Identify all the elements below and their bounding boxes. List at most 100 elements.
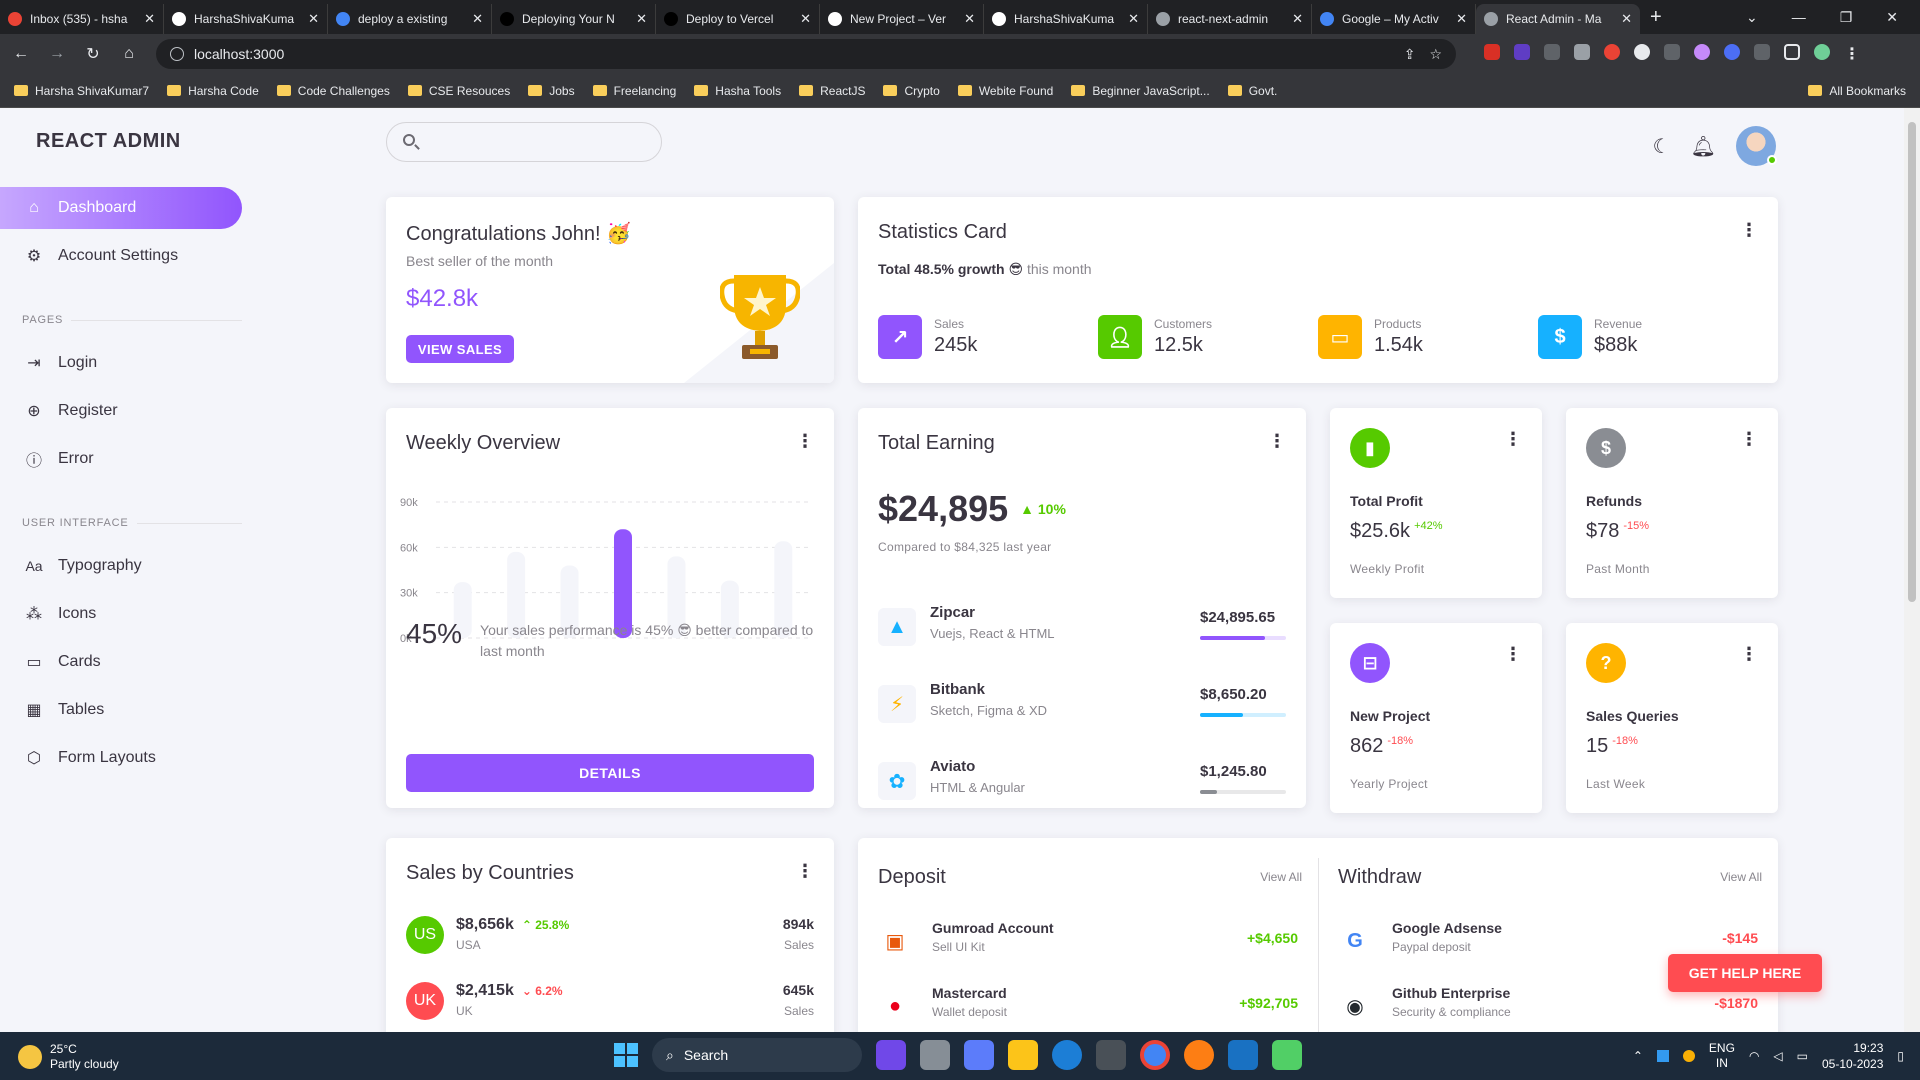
sidebar-item-cards[interactable]: ▭ Cards bbox=[0, 641, 242, 683]
start-icon[interactable] bbox=[614, 1043, 638, 1067]
browser-tab[interactable]: New Project – Ver ✕ bbox=[820, 4, 984, 34]
more-options-icon[interactable]: ⋮ bbox=[1504, 645, 1522, 663]
bookmark-item[interactable]: Code Challenges bbox=[276, 84, 390, 98]
extension-icon[interactable] bbox=[1694, 44, 1710, 60]
forward-button[interactable]: → bbox=[48, 45, 66, 63]
bookmark-item[interactable]: Harsha ShivaKumar7 bbox=[14, 84, 149, 98]
dark-mode-icon[interactable]: ☾ bbox=[1653, 134, 1671, 159]
edge-icon[interactable] bbox=[1052, 1040, 1082, 1070]
bookmark-item[interactable]: Crypto bbox=[883, 84, 940, 98]
details-button[interactable]: DETAILS bbox=[406, 754, 814, 792]
earning-item[interactable]: ⚡ Bitbank Sketch, Figma & XD $8,650.20 bbox=[878, 681, 1286, 731]
bookmark-item[interactable]: Harsha Code bbox=[167, 84, 259, 98]
close-tab-icon[interactable]: ✕ bbox=[1128, 11, 1139, 27]
browser-tab[interactable]: Deploying Your N ✕ bbox=[492, 4, 656, 34]
store-icon[interactable] bbox=[1096, 1040, 1126, 1070]
browser-tab[interactable]: Deploy to Vercel ✕ bbox=[656, 4, 820, 34]
weather-widget[interactable]: 25°C Partly cloudy bbox=[18, 1042, 119, 1072]
extension-icon[interactable] bbox=[1664, 44, 1680, 60]
close-tab-icon[interactable]: ✕ bbox=[1292, 11, 1303, 27]
scrollbar-thumb[interactable] bbox=[1908, 122, 1916, 602]
sidebar-item-account-settings[interactable]: ⚙ Account Settings bbox=[0, 235, 242, 277]
bookmark-item[interactable]: Hasha Tools bbox=[694, 84, 781, 98]
extension-icon[interactable] bbox=[1514, 44, 1530, 60]
close-window-button[interactable]: ✕ bbox=[1886, 9, 1898, 26]
close-tab-icon[interactable]: ✕ bbox=[800, 11, 811, 27]
home-button[interactable]: ⌂ bbox=[120, 45, 138, 63]
deposit-item[interactable]: ▣ Gumroad Account Sell UI Kit +$4,650 bbox=[878, 920, 1298, 966]
extension-icon[interactable] bbox=[1544, 44, 1560, 60]
more-options-icon[interactable]: ⋮ bbox=[1740, 430, 1758, 448]
puzzle-icon[interactable] bbox=[1754, 44, 1770, 60]
volume-icon[interactable]: ◁ bbox=[1773, 1049, 1782, 1063]
bookmark-item[interactable]: Jobs bbox=[528, 84, 575, 98]
close-tab-icon[interactable]: ✕ bbox=[1456, 11, 1467, 27]
withdraw-view-all-link[interactable]: View All bbox=[1720, 870, 1762, 884]
taskbar-search[interactable]: ⌕ Search bbox=[652, 1038, 862, 1072]
browser-tab[interactable]: HarshaShivaKuma ✕ bbox=[984, 4, 1148, 34]
tray-app-icon[interactable] bbox=[1656, 1050, 1669, 1062]
close-tab-icon[interactable]: ✕ bbox=[636, 11, 647, 27]
sidebar-item-form-layouts[interactable]: ⬡ Form Layouts bbox=[0, 737, 242, 779]
profile-icon[interactable] bbox=[1814, 44, 1830, 60]
file-explorer-icon[interactable] bbox=[1008, 1040, 1038, 1070]
more-options-icon[interactable]: ⋮ bbox=[1740, 221, 1758, 239]
extension-icon[interactable] bbox=[1634, 44, 1650, 60]
close-tab-icon[interactable]: ✕ bbox=[308, 11, 319, 27]
browser-tab[interactable]: deploy a existing ✕ bbox=[328, 4, 492, 34]
wifi-icon[interactable]: ◠ bbox=[1749, 1049, 1759, 1063]
close-tab-icon[interactable]: ✕ bbox=[964, 11, 975, 27]
back-button[interactable]: ← bbox=[12, 45, 30, 63]
sidebar-item-typography[interactable]: Aa Typography bbox=[0, 545, 242, 587]
page-scrollbar[interactable] bbox=[1904, 108, 1920, 1032]
more-options-icon[interactable]: ⋮ bbox=[1504, 430, 1522, 448]
bookmark-item[interactable]: CSE Resouces bbox=[407, 84, 510, 98]
restore-button[interactable]: ❐ bbox=[1840, 9, 1853, 26]
notepad-icon[interactable] bbox=[1272, 1040, 1302, 1070]
browser-tab[interactable]: HarshaShivaKuma ✕ bbox=[164, 4, 328, 34]
sidebar-item-register[interactable]: ⊕ Register bbox=[0, 390, 242, 432]
get-help-button[interactable]: GET HELP HERE bbox=[1668, 954, 1822, 992]
language-indicator[interactable]: ENG IN bbox=[1709, 1041, 1735, 1071]
chevron-up-icon[interactable]: ⌃ bbox=[1633, 1049, 1643, 1063]
tab-search-icon[interactable]: ⌄ bbox=[1746, 9, 1758, 26]
sidebar-item-dashboard[interactable]: ⌂ Dashboard bbox=[0, 187, 242, 229]
bookmark-item[interactable]: Beginner JavaScript... bbox=[1071, 84, 1210, 98]
browser-tab[interactable]: React Admin - Ma ✕ bbox=[1476, 4, 1640, 34]
close-tab-icon[interactable]: ✕ bbox=[472, 11, 483, 27]
new-tab-button[interactable]: + bbox=[1650, 6, 1662, 29]
menu-icon[interactable]: ⋮ bbox=[1844, 44, 1860, 64]
bell-icon[interactable]: 🔔︎ bbox=[1691, 134, 1716, 159]
bookmark-item[interactable]: Webite Found bbox=[957, 84, 1053, 98]
browser-tab[interactable]: Google – My Activ ✕ bbox=[1312, 4, 1476, 34]
chrome-icon[interactable] bbox=[1140, 1040, 1170, 1070]
notifications-icon[interactable]: ▯ bbox=[1897, 1049, 1904, 1063]
firefox-icon[interactable] bbox=[1184, 1040, 1214, 1070]
clock[interactable]: 19:23 05-10-2023 bbox=[1822, 1040, 1883, 1072]
close-tab-icon[interactable]: ✕ bbox=[1621, 11, 1632, 27]
more-options-icon[interactable]: ⋮ bbox=[1268, 432, 1286, 450]
more-options-icon[interactable]: ⋮ bbox=[1740, 645, 1758, 663]
extension-icon[interactable] bbox=[1484, 44, 1500, 60]
copilot-icon[interactable] bbox=[876, 1040, 906, 1070]
earning-item[interactable]: ✿ Aviato HTML & Angular $1,245.80 bbox=[878, 758, 1286, 808]
bookmark-item[interactable]: ReactJS bbox=[799, 84, 865, 98]
vscode-icon[interactable] bbox=[1228, 1040, 1258, 1070]
sidebar-item-error[interactable]: ⓘ Error bbox=[0, 438, 242, 480]
battery-icon[interactable]: ▭ bbox=[1797, 1049, 1808, 1063]
extension-icon[interactable] bbox=[1604, 44, 1620, 60]
side-panel-icon[interactable] bbox=[1784, 44, 1800, 60]
avatar[interactable] bbox=[1736, 126, 1777, 166]
reload-button[interactable]: ↻ bbox=[84, 44, 102, 64]
close-tab-icon[interactable]: ✕ bbox=[144, 11, 155, 27]
minimize-button[interactable]: — bbox=[1792, 9, 1806, 26]
bookmark-item[interactable]: Govt. bbox=[1227, 84, 1277, 98]
deposit-item[interactable]: ● Mastercard Wallet deposit +$92,705 bbox=[878, 985, 1298, 1031]
sidebar-item-icons[interactable]: ⁂ Icons bbox=[0, 593, 242, 635]
extension-icon[interactable] bbox=[1574, 44, 1590, 60]
extension-icon[interactable] bbox=[1724, 44, 1740, 60]
bookmark-star-icon[interactable]: ☆ bbox=[1429, 46, 1442, 63]
more-options-icon[interactable]: ⋮ bbox=[796, 432, 814, 450]
earning-item[interactable]: ▲ Zipcar Vuejs, React & HTML $24,895.65 bbox=[878, 604, 1286, 654]
file-explorer-alt-icon[interactable] bbox=[920, 1040, 950, 1070]
